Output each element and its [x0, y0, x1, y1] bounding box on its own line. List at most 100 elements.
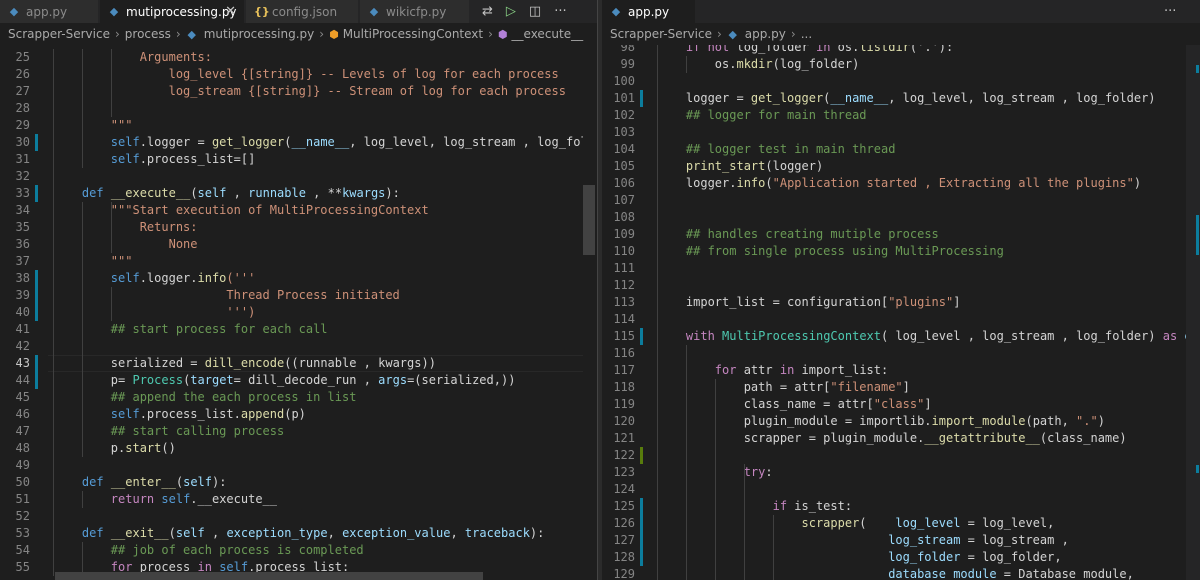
tab-app-py[interactable]: ◆app.py: [602, 0, 696, 23]
code-line[interactable]: 98 if not log_folder in os.listdir('.'):: [602, 45, 1200, 56]
tab-config-json[interactable]: {}config.json: [246, 0, 359, 23]
more-actions-icon[interactable]: ···: [1164, 4, 1176, 19]
code-line[interactable]: 119 class_name = attr["class"]: [602, 396, 1200, 413]
breadcrumb-item[interactable]: MultiProcessingContext: [343, 27, 483, 41]
code-line[interactable]: 31 self.process_list=[]: [0, 151, 597, 168]
breadcrumb-item[interactable]: Scrapper-Service: [8, 27, 110, 41]
vertical-scrollbar[interactable]: [1186, 45, 1200, 580]
code-line[interactable]: 115 with MultiProcessingContext( log_lev…: [602, 328, 1200, 345]
code-line[interactable]: 118 path = attr["filename"]: [602, 379, 1200, 396]
code-line[interactable]: 129 database_module = Database_module,: [602, 566, 1200, 580]
run-icon[interactable]: ▷: [506, 4, 516, 19]
code-line[interactable]: 28: [0, 100, 597, 117]
git-modified-marker[interactable]: [35, 134, 38, 151]
more-actions-icon[interactable]: ···: [554, 4, 566, 19]
code-line[interactable]: 48 p.start(): [0, 440, 597, 457]
code-line[interactable]: 33 def __execute__(self , runnable , **k…: [0, 185, 597, 202]
code-line[interactable]: 26 log_level {[string]} -- Levels of log…: [0, 66, 597, 83]
code-line[interactable]: 99 os.mkdir(log_folder): [602, 56, 1200, 73]
code-line[interactable]: 113 import_list = configuration["plugins…: [602, 294, 1200, 311]
code-line[interactable]: 126 scrapper( log_level = log_level,: [602, 515, 1200, 532]
git-modified-marker[interactable]: [35, 372, 38, 389]
code-line[interactable]: 44 p= Process(target= dill_decode_run , …: [0, 372, 597, 389]
git-modified-marker[interactable]: [35, 185, 38, 202]
code-line[interactable]: 27 log_stream {[string]} -- Stream of lo…: [0, 83, 597, 100]
tab-mutiprocessing-py[interactable]: ◆mutiprocessing.py✕: [100, 0, 245, 23]
breadcrumb-item[interactable]: __execute__: [512, 27, 584, 41]
code-line[interactable]: 127 log_stream = log_stream ,: [602, 532, 1200, 549]
code-line[interactable]: 125 if is_test:: [602, 498, 1200, 515]
code-line[interactable]: 121 scrapper = plugin_module.__getattrib…: [602, 430, 1200, 447]
code-line[interactable]: 37 """: [0, 253, 597, 270]
code-line[interactable]: 100: [602, 73, 1200, 90]
code-line[interactable]: 104 ## logger test in main thread: [602, 141, 1200, 158]
code-line[interactable]: 36 None: [0, 236, 597, 253]
code-line[interactable]: 54 ## job of each process is completed: [0, 542, 597, 559]
code-line[interactable]: 51 return self.__execute__: [0, 491, 597, 508]
git-modified-marker[interactable]: [35, 270, 38, 287]
code-editor[interactable]: 25 Arguments:26 log_level {[string]} -- …: [0, 45, 597, 580]
close-icon[interactable]: ✕: [225, 4, 236, 19]
code-line[interactable]: 114: [602, 311, 1200, 328]
code-line[interactable]: 117 for attr in import_list:: [602, 362, 1200, 379]
code-line[interactable]: 46 self.process_list.append(p): [0, 406, 597, 423]
code-line[interactable]: 110 ## from single process using MultiPr…: [602, 243, 1200, 260]
breadcrumb-item[interactable]: ...: [801, 27, 812, 41]
git-modified-marker[interactable]: [35, 304, 38, 321]
git-modified-marker[interactable]: [640, 532, 643, 549]
code-line[interactable]: 42: [0, 338, 597, 355]
code-line[interactable]: 45 ## append the each process in list: [0, 389, 597, 406]
git-modified-marker[interactable]: [35, 355, 38, 372]
code-line[interactable]: 128 log_folder = log_folder,: [602, 549, 1200, 566]
code-line[interactable]: 105 print_start(logger): [602, 158, 1200, 175]
code-line[interactable]: 25 Arguments:: [0, 49, 597, 66]
code-line[interactable]: 106 logger.info("Application started , E…: [602, 175, 1200, 192]
code-line[interactable]: 112: [602, 277, 1200, 294]
horizontal-scrollbar[interactable]: [55, 572, 483, 580]
code-line[interactable]: 108: [602, 209, 1200, 226]
code-line[interactable]: 35 Returns:: [0, 219, 597, 236]
code-line[interactable]: 102 ## logger for main thread: [602, 107, 1200, 124]
git-modified-marker[interactable]: [640, 90, 643, 107]
git-added-marker[interactable]: [640, 447, 643, 464]
code-line[interactable]: 39 Thread Process initiated: [0, 287, 597, 304]
git-modified-marker[interactable]: [640, 328, 643, 345]
breadcrumb-item[interactable]: mutiprocessing.py: [204, 27, 315, 41]
code-line[interactable]: 101 logger = get_logger(__name__, log_le…: [602, 90, 1200, 107]
split-editor-icon[interactable]: ◫: [529, 4, 541, 19]
git-modified-marker[interactable]: [640, 498, 643, 515]
code-line[interactable]: 109 ## handles creating mutiple process: [602, 226, 1200, 243]
code-line[interactable]: 40 '''): [0, 304, 597, 321]
code-line[interactable]: 124: [602, 481, 1200, 498]
code-line[interactable]: 52: [0, 508, 597, 525]
breadcrumb-item[interactable]: Scrapper-Service: [610, 27, 712, 41]
scrollbar-thumb[interactable]: [583, 185, 595, 255]
code-line[interactable]: 30 self.logger = get_logger(__name__, lo…: [0, 134, 597, 151]
compare-icon[interactable]: ⇄: [482, 4, 493, 19]
tab-wikicfp-py[interactable]: ◆wikicfp.py: [360, 0, 470, 23]
tab-app-py[interactable]: ◆app.py: [0, 0, 99, 23]
code-line[interactable]: 41 ## start process for each call: [0, 321, 597, 338]
code-line[interactable]: 107: [602, 192, 1200, 209]
code-line[interactable]: 43 serialized = dill_encode((runnable , …: [0, 355, 597, 372]
code-line[interactable]: 111: [602, 260, 1200, 277]
code-line[interactable]: 120 plugin_module = importlib.import_mod…: [602, 413, 1200, 430]
code-line[interactable]: 116: [602, 345, 1200, 362]
code-line[interactable]: 32: [0, 168, 597, 185]
code-line[interactable]: 49: [0, 457, 597, 474]
git-modified-marker[interactable]: [35, 287, 38, 304]
code-line[interactable]: 47 ## start calling process: [0, 423, 597, 440]
git-modified-marker[interactable]: [640, 549, 643, 566]
code-line[interactable]: 123 try:: [602, 464, 1200, 481]
code-line[interactable]: 122: [602, 447, 1200, 464]
code-line[interactable]: 53 def __exit__(self , exception_type, e…: [0, 525, 597, 542]
code-line[interactable]: 38 self.logger.info(''': [0, 270, 597, 287]
code-editor[interactable]: 98 if not log_folder in os.listdir('.'):…: [602, 45, 1200, 580]
breadcrumb-item[interactable]: app.py: [745, 27, 786, 41]
code-line[interactable]: 50 def __enter__(self):: [0, 474, 597, 491]
code-line[interactable]: 34 """Start execution of MultiProcessing…: [0, 202, 597, 219]
code-line[interactable]: 29 """: [0, 117, 597, 134]
git-modified-marker[interactable]: [640, 515, 643, 532]
vertical-scrollbar[interactable]: [583, 45, 597, 580]
code-line[interactable]: 103: [602, 124, 1200, 141]
